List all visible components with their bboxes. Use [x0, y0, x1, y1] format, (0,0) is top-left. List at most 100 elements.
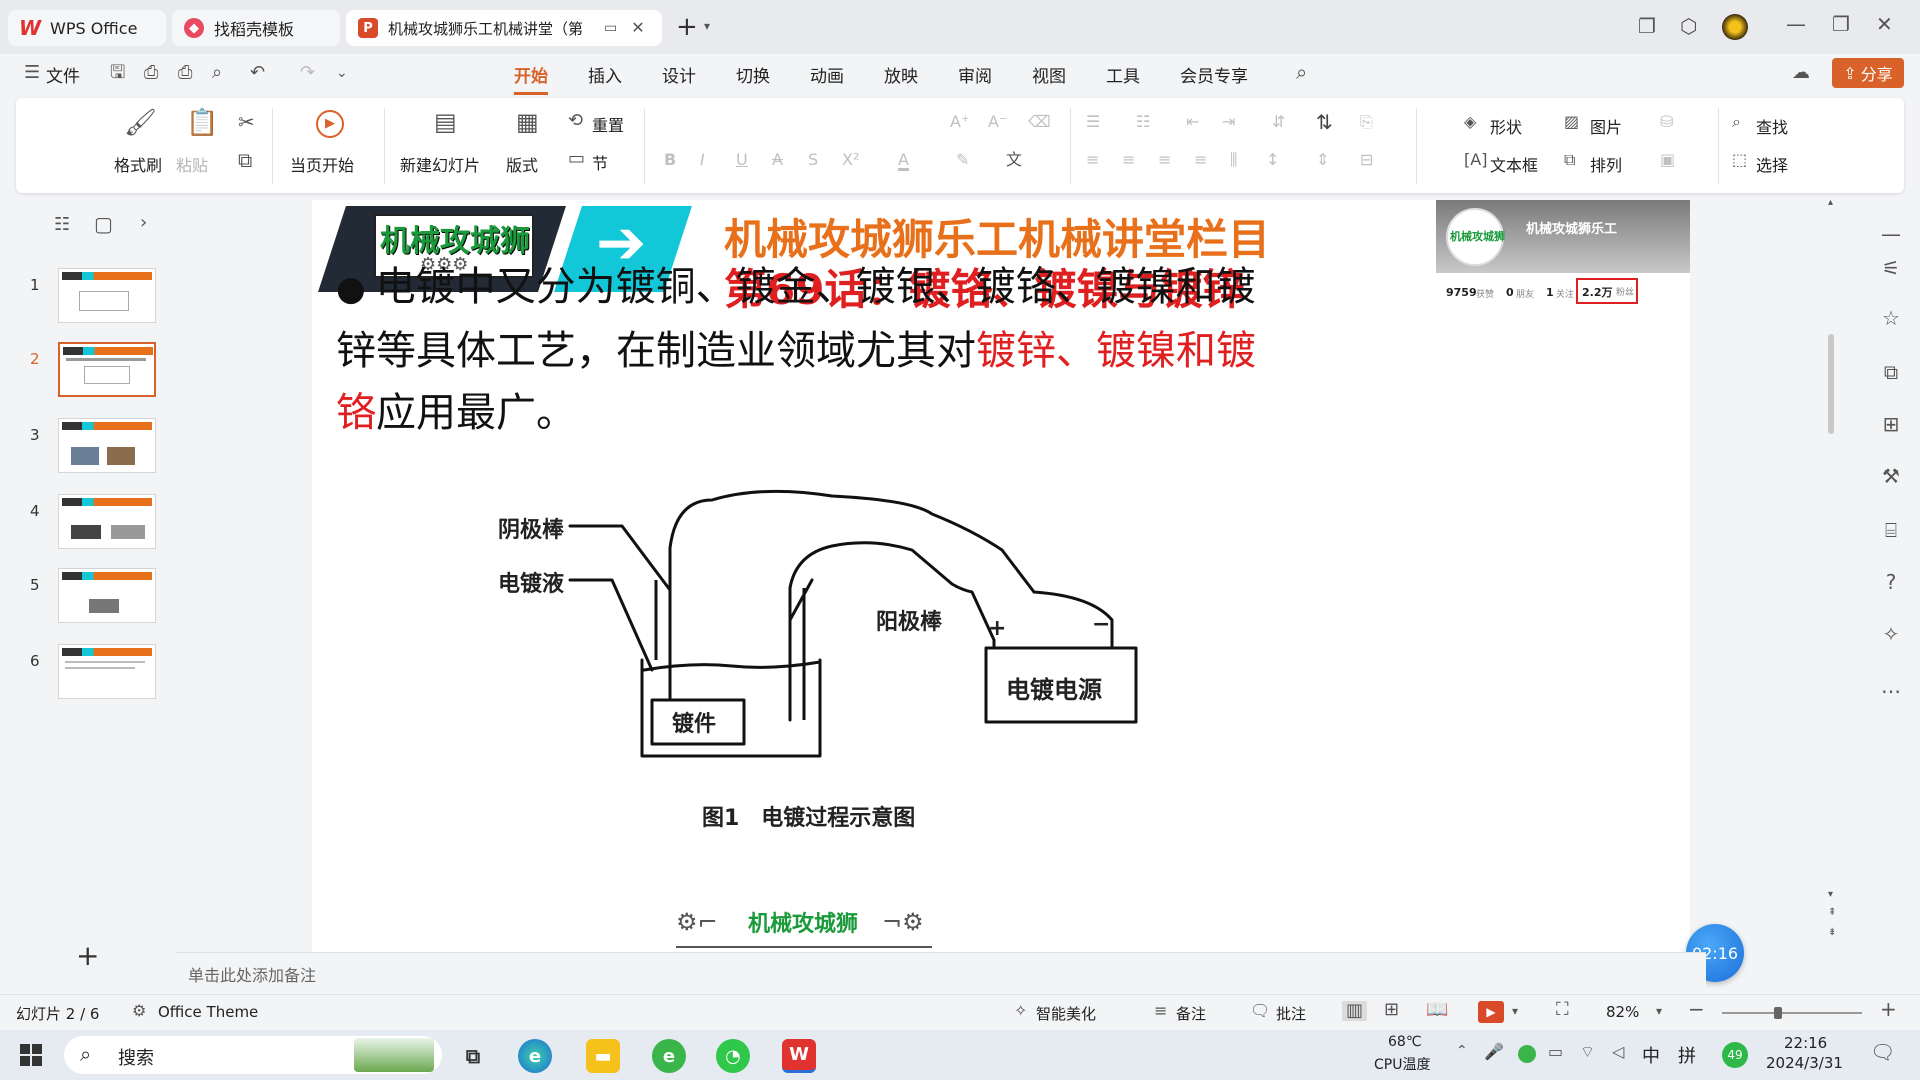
- clock-date[interactable]: 2024/3/31: [1766, 1054, 1843, 1072]
- cut-icon[interactable]: ✂: [238, 112, 255, 132]
- align-right-icon[interactable]: ≡: [1158, 152, 1171, 168]
- shape-icon[interactable]: ◈: [1464, 114, 1476, 130]
- smart-convert-icon[interactable]: ⎘: [1360, 114, 1373, 130]
- layout-button[interactable]: 版式: [506, 152, 538, 176]
- menu-tab-design[interactable]: 设计: [662, 62, 696, 87]
- paste-button[interactable]: 粘贴: [176, 152, 208, 176]
- slide-thumbnail-3[interactable]: [58, 418, 156, 473]
- restore-icon[interactable]: ❐: [1832, 14, 1850, 34]
- comment-button[interactable]: 批注: [1276, 1003, 1306, 1024]
- save-icon[interactable]: 🖫: [110, 64, 125, 82]
- slideshow-options-icon[interactable]: ▾: [1512, 1005, 1518, 1017]
- highlight-icon[interactable]: ✎: [956, 152, 969, 168]
- battery-icon[interactable]: ▭: [1548, 1044, 1563, 1060]
- windows-start-icon[interactable]: [20, 1044, 42, 1066]
- zoom-out-icon[interactable]: −: [1688, 999, 1705, 1019]
- outline-view-icon[interactable]: ☷: [54, 216, 70, 234]
- file-menu[interactable]: 文件: [46, 62, 80, 87]
- mic-icon[interactable]: 🎤: [1484, 1044, 1504, 1060]
- textbox-icon[interactable]: [A]: [1464, 152, 1487, 168]
- normal-view-icon[interactable]: ▥: [1342, 1001, 1368, 1021]
- fit-window-icon[interactable]: ⛶: [1556, 1001, 1569, 1019]
- ime-mode[interactable]: 拼: [1678, 1042, 1696, 1068]
- align-left-icon[interactable]: ≡: [1086, 152, 1099, 168]
- window-icon[interactable]: ❐: [1638, 16, 1656, 36]
- menu-tab-view[interactable]: 视图: [1032, 62, 1066, 87]
- underline-icon[interactable]: U: [736, 152, 748, 168]
- tray-app-icon[interactable]: [1518, 1045, 1536, 1063]
- effects-icon[interactable]: ✧: [1878, 622, 1904, 648]
- tray-chevron-icon[interactable]: ⌃: [1456, 1044, 1468, 1058]
- menu-tab-insert[interactable]: 插入: [588, 62, 622, 87]
- prev-slide-icon[interactable]: ⇞: [1828, 908, 1836, 918]
- more-icon[interactable]: …: [1878, 674, 1904, 700]
- add-slide-button[interactable]: +: [76, 942, 99, 970]
- scroll-up-icon[interactable]: ▴: [1828, 198, 1833, 208]
- select-icon[interactable]: ⬚: [1732, 152, 1747, 168]
- textbox-button[interactable]: 文本框: [1490, 152, 1538, 176]
- paste-icon[interactable]: 📋: [186, 110, 218, 136]
- chevron-right-icon[interactable]: ›: [140, 214, 147, 232]
- smart-beautify-button[interactable]: 智能美化: [1036, 1003, 1096, 1024]
- new-slide-icon[interactable]: ▤: [434, 110, 457, 134]
- tab-presentation[interactable]: P 机械攻城狮乐工机械讲堂（第 ▭ ✕: [346, 10, 662, 46]
- notes-pane[interactable]: 单击此处添加备注: [176, 952, 1706, 990]
- menu-tab-review[interactable]: 审阅: [958, 62, 992, 87]
- properties-icon[interactable]: ⚟: [1878, 256, 1904, 282]
- shape-button[interactable]: 形状: [1490, 114, 1522, 138]
- theme-name[interactable]: Office Theme: [158, 1003, 258, 1021]
- slide-thumbnail-1[interactable]: [58, 268, 156, 323]
- thumbnail-view-icon[interactable]: ▢: [94, 214, 113, 234]
- reset-button[interactable]: 重置: [592, 112, 624, 136]
- cube-icon[interactable]: ⬡: [1680, 16, 1697, 36]
- number-list-icon[interactable]: ☷: [1136, 114, 1150, 130]
- zoom-level[interactable]: 82%: [1606, 1003, 1639, 1021]
- share-button[interactable]: ⇪ 分享: [1832, 58, 1904, 88]
- reading-view-icon[interactable]: 📖: [1426, 1001, 1448, 1019]
- clear-format-icon[interactable]: ⌫: [1028, 114, 1051, 130]
- picture-button[interactable]: 图片: [1590, 114, 1622, 138]
- notification-badge[interactable]: 49: [1722, 1042, 1748, 1068]
- sorter-view-icon[interactable]: ⊞: [1384, 1001, 1399, 1019]
- zoom-dropdown-icon[interactable]: ▾: [1656, 1005, 1662, 1017]
- justify-icon[interactable]: ≡: [1194, 152, 1207, 168]
- text-box-align-icon[interactable]: ⊟: [1360, 152, 1373, 168]
- tab-wps-office[interactable]: W WPS Office: [8, 10, 166, 46]
- star-icon[interactable]: ☆: [1878, 306, 1904, 332]
- new-slide-button[interactable]: 新建幻灯片: [400, 152, 480, 176]
- next-slide-icon[interactable]: ⇟: [1828, 928, 1836, 938]
- play-icon[interactable]: ▶: [316, 110, 344, 138]
- reset-icon[interactable]: ⟲: [568, 112, 583, 130]
- picture-icon[interactable]: ▨: [1564, 114, 1579, 130]
- comment-icon[interactable]: 🗨: [1250, 1003, 1270, 1019]
- menu-tab-member[interactable]: 会员专享: [1180, 62, 1248, 87]
- font-color-icon[interactable]: A: [898, 152, 909, 171]
- taskbar-search[interactable]: ⌕ 搜索: [64, 1036, 442, 1074]
- ime-language[interactable]: 中: [1642, 1042, 1660, 1068]
- zoom-in-icon[interactable]: +: [1880, 999, 1897, 1019]
- avatar[interactable]: [1722, 14, 1748, 40]
- select-button[interactable]: 选择: [1756, 152, 1788, 176]
- outdent-icon[interactable]: ⇤: [1186, 114, 1199, 130]
- align-center-icon[interactable]: ≡: [1122, 152, 1135, 168]
- zoom-slider[interactable]: [1722, 1012, 1862, 1014]
- outline-icon[interactable]: ▣: [1660, 152, 1675, 168]
- notification-icon[interactable]: 🗨: [1870, 1042, 1895, 1062]
- hamburger-icon[interactable]: ☰: [24, 64, 40, 82]
- indent-icon[interactable]: ⇥: [1222, 114, 1235, 130]
- close-tab-icon[interactable]: ✕: [631, 20, 644, 36]
- find-icon[interactable]: ⌕: [1732, 114, 1741, 130]
- undo-icon[interactable]: ↶: [250, 64, 265, 82]
- shadow-icon[interactable]: S: [808, 152, 818, 168]
- notes-button[interactable]: 备注: [1176, 1003, 1206, 1024]
- tools-icon[interactable]: ⚒: [1878, 464, 1904, 490]
- print-icon[interactable]: ⎙: [178, 64, 192, 82]
- para-spacing-icon[interactable]: ⇕: [1316, 152, 1329, 168]
- italic-icon[interactable]: I: [700, 152, 705, 168]
- fill-icon[interactable]: ⛁: [1660, 114, 1673, 130]
- layout-icon[interactable]: ▦: [516, 110, 539, 134]
- from-current-button[interactable]: 当页开始: [290, 152, 354, 176]
- slide-thumbnail-2[interactable]: [58, 342, 156, 397]
- menu-tab-transition[interactable]: 切换: [736, 62, 770, 87]
- format-painter-button[interactable]: 格式刷: [114, 152, 162, 176]
